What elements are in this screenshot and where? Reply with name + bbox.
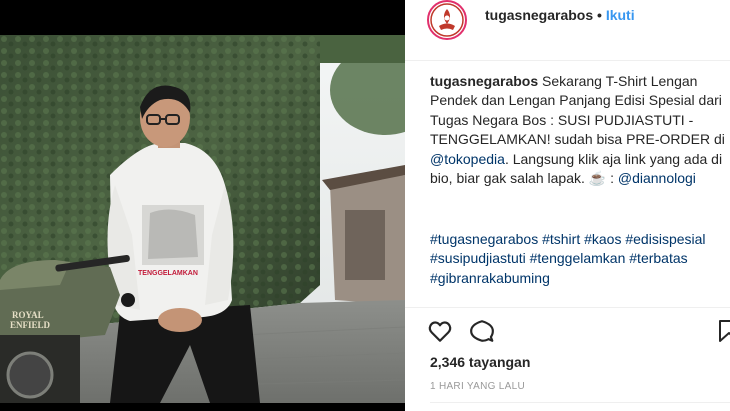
caption-username[interactable]: tugasnegarabos [430, 73, 538, 89]
section-divider [430, 402, 730, 403]
like-button[interactable] [427, 318, 455, 346]
hashtag-link[interactable]: #kaos [584, 231, 621, 247]
hashtag-link[interactable]: #terbatas [629, 250, 687, 266]
heart-outline-icon [428, 321, 452, 342]
shirt-print-text: TENGGELAMKAN [138, 270, 198, 277]
bookmark-icon [719, 320, 730, 342]
hashtag-link[interactable]: #tugasnegarabos [430, 231, 538, 247]
post-photo[interactable]: TENGGELAMKAN ROYAL ENFIELD [0, 35, 405, 403]
hashtag-link[interactable]: #gibranrakabuming [430, 270, 550, 286]
comment-button[interactable] [469, 318, 497, 346]
brand-text-line1: ROYAL [12, 310, 44, 320]
view-count[interactable]: 2,346 tayangan [430, 354, 530, 370]
hashtag-list: #tugasnegarabos #tshirt #kaos #edisispes… [430, 230, 726, 288]
post-header: tugasnegarabos • Ikuti [405, 0, 730, 61]
follow-button[interactable]: Ikuti [606, 7, 635, 23]
post-timestamp[interactable]: 1 HARI YANG LALU [430, 381, 525, 392]
header-separator: • [597, 7, 602, 23]
section-divider [405, 307, 730, 308]
mention-link-tokopedia[interactable]: @tokopedia [430, 151, 505, 167]
header-username[interactable]: tugasnegarabos [485, 7, 593, 23]
post-media: TENGGELAMKAN ROYAL ENFIELD [0, 0, 405, 411]
save-button[interactable] [717, 318, 730, 346]
seal-logo-icon [430, 3, 464, 37]
hashtag-link[interactable]: #tshirt [542, 231, 580, 247]
comment-bubble-icon [470, 320, 494, 342]
post-caption: tugasnegarabos Sekarang T-Shirt Lengan P… [430, 72, 726, 188]
action-bar [427, 318, 730, 346]
avatar[interactable] [427, 0, 467, 40]
header-user-line: tugasnegarabos • Ikuti [485, 7, 635, 23]
hashtag-link[interactable]: #edisispesial [625, 231, 705, 247]
brand-text-line2: ENFIELD [10, 320, 51, 330]
post-details-panel: tugasnegarabos • Ikuti tugasnegarabos Se… [405, 0, 730, 411]
hashtag-link[interactable]: #susipudjiastuti [430, 250, 526, 266]
hashtag-link[interactable]: #tenggelamkan [530, 250, 626, 266]
mention-link-diannologi[interactable]: @diannologi [618, 170, 696, 186]
